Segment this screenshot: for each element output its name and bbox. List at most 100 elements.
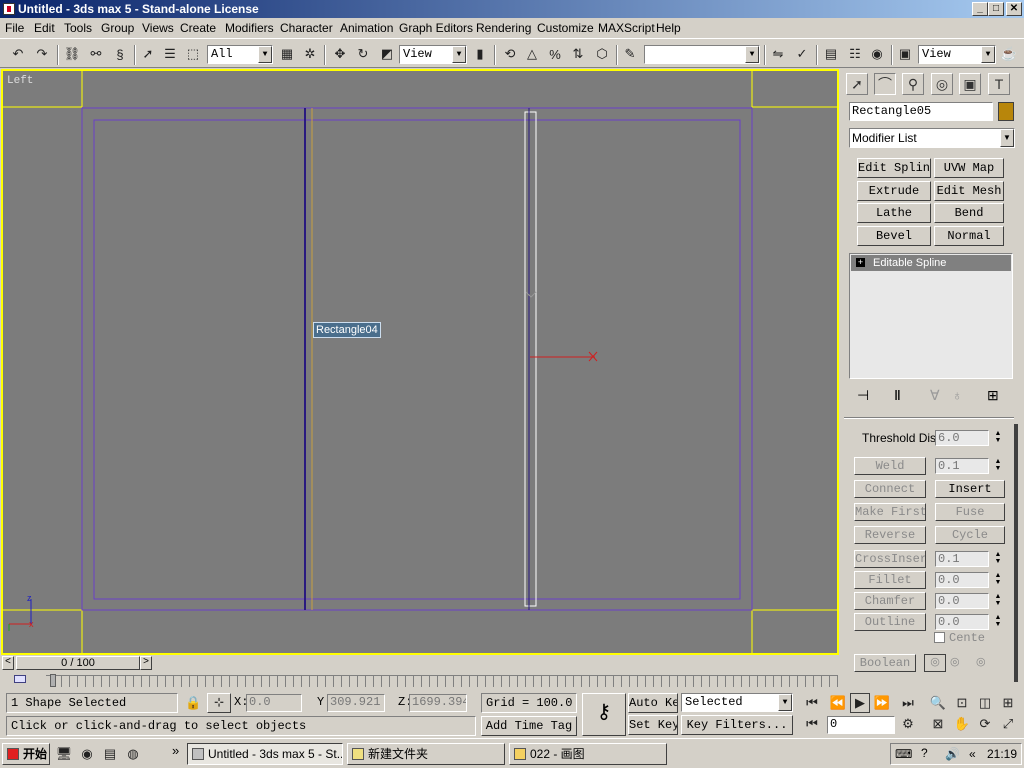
browser-icon[interactable]: ◉ <box>77 744 97 764</box>
z-coordinate-field[interactable]: 1699.394 <box>409 694 467 712</box>
keyboard-icon[interactable]: ⌨ <box>895 747 912 761</box>
select-object-icon[interactable]: ➚ <box>138 44 158 64</box>
pan-icon[interactable]: ✋ <box>952 714 972 734</box>
window-crossing-icon[interactable]: ▦ <box>277 44 297 64</box>
expand-icon[interactable]: + <box>856 258 865 267</box>
current-frame-field[interactable]: 0 <box>827 716 895 734</box>
goto-start-icon[interactable]: ⏮ <box>802 693 822 713</box>
region-zoom-icon[interactable]: ⊠ <box>928 714 948 734</box>
outline-field[interactable]: 0.0 <box>935 614 989 630</box>
edit-named-selection-icon[interactable]: ✎ <box>620 44 640 64</box>
snaps-toggle-icon[interactable]: ⟲ <box>500 44 520 64</box>
menu-rendering[interactable]: Rendering <box>476 21 531 35</box>
clock[interactable]: 21:19 <box>987 747 1017 761</box>
normal-button[interactable]: Normal <box>934 226 1004 246</box>
make-unique-icon[interactable]: ∀ <box>930 387 940 404</box>
tray-expand-icon[interactable]: « <box>969 747 976 761</box>
prev-key-icon[interactable]: ⏪ <box>828 693 848 713</box>
menu-create[interactable]: Create <box>180 21 216 35</box>
bind-spacewarp-icon[interactable]: § <box>110 44 130 64</box>
menu-views[interactable]: Views <box>142 21 174 35</box>
edit-mesh-button[interactable]: Edit Mesh <box>934 181 1004 201</box>
goto-end-icon[interactable]: ⏭ <box>898 693 918 713</box>
reference-coordinate-dropdown[interactable]: View ▼ <box>399 45 467 64</box>
weld-spinner[interactable]: ▲ ▼ <box>992 458 1004 474</box>
task-paint[interactable]: 022 - 画图 <box>509 743 667 765</box>
intersection-icon[interactable]: ◎ <box>976 655 986 668</box>
set-key-button[interactable]: Set Key <box>628 715 678 735</box>
menu-modifiers[interactable]: Modifiers <box>225 21 274 35</box>
angle-snap-icon[interactable]: △ <box>522 44 542 64</box>
crossinsert-button[interactable]: CrossInsert <box>854 550 926 568</box>
weld-field[interactable]: 0.1 <box>935 458 989 474</box>
menu-edit[interactable]: Edit <box>34 21 55 35</box>
chamfer-button[interactable]: Chamfer <box>854 592 926 610</box>
menu-animation[interactable]: Animation <box>340 21 393 35</box>
hierarchy-tab-icon[interactable]: ⚲ <box>902 73 924 95</box>
menu-character[interactable]: Character <box>280 21 333 35</box>
chamfer-field[interactable]: 0.0 <box>935 593 989 609</box>
menu-tools[interactable]: Tools <box>64 21 92 35</box>
help-icon[interactable]: ? <box>921 746 928 760</box>
create-tab-icon[interactable]: ➚ <box>846 73 868 95</box>
outline-spinner[interactable]: ▲ ▼ <box>992 614 1004 630</box>
object-color-swatch[interactable] <box>998 102 1014 121</box>
menu-help[interactable]: Help <box>656 21 681 35</box>
extrude-button[interactable]: Extrude <box>857 181 931 201</box>
y-coordinate-field[interactable]: 309.921 <box>327 694 385 712</box>
insert-button[interactable]: Insert <box>935 480 1005 498</box>
render-scene-icon[interactable]: ▣ <box>895 44 915 64</box>
percent-snap-icon[interactable]: % <box>545 44 565 64</box>
weld-button[interactable]: Weld <box>854 457 926 475</box>
fillet-button[interactable]: Fillet <box>854 571 926 589</box>
key-filters-button[interactable]: Key Filters... <box>681 715 793 735</box>
rotate-icon[interactable]: ↻ <box>353 44 373 64</box>
subtraction-icon[interactable]: ◎ <box>950 655 960 668</box>
fillet-spinner[interactable]: ▲ ▼ <box>992 572 1004 588</box>
menu-group[interactable]: Group <box>101 21 134 35</box>
remove-modifier-icon[interactable]: ♁ <box>952 387 963 403</box>
x-coordinate-field[interactable]: 0.0 <box>246 694 302 712</box>
align-icon[interactable]: ✓ <box>792 44 812 64</box>
minimize-button[interactable]: _ <box>972 2 988 16</box>
union-icon[interactable]: ◎ <box>924 654 946 672</box>
absolute-mode-icon[interactable]: ⊹ <box>207 693 231 713</box>
threshold-field[interactable]: 6.0 <box>935 430 989 446</box>
center-checkbox[interactable] <box>934 632 945 643</box>
boolean-button[interactable]: Boolean <box>854 654 916 672</box>
selection-region-icon[interactable]: ⬚ <box>183 44 203 64</box>
pin-stack-icon[interactable]: ⊣ <box>857 387 869 404</box>
set-key-icon[interactable]: ⚷ <box>582 693 626 736</box>
next-frame-button[interactable]: > <box>140 656 152 670</box>
maximize-viewport-icon[interactable]: ⤢ <box>998 714 1018 734</box>
lathe-button[interactable]: Lathe <box>857 203 931 223</box>
select-by-name-icon[interactable]: ☰ <box>160 44 180 64</box>
play-icon[interactable]: ▶ <box>850 693 870 713</box>
snap-icon[interactable]: ✲ <box>300 44 320 64</box>
menu-customize[interactable]: Customize <box>537 21 594 35</box>
desktop-icon[interactable]: 🖥 <box>54 744 74 764</box>
zoom-icon[interactable]: 🔍 <box>928 693 948 713</box>
task-3dsmax[interactable]: Untitled - 3ds max 5 - St... <box>187 743 343 765</box>
motion-tab-icon[interactable]: ◎ <box>931 73 953 95</box>
quicklaunch-chevron[interactable]: » <box>172 743 179 758</box>
lock-selection-icon[interactable]: 🔒 <box>185 695 201 711</box>
schematic-view-icon[interactable]: ☷ <box>845 44 865 64</box>
edit-spline-button[interactable]: Edit Spline <box>857 158 931 178</box>
maximize-button[interactable]: □ <box>988 2 1004 16</box>
chamfer-spinner[interactable]: ▲ ▼ <box>992 593 1004 609</box>
show-end-result-icon[interactable]: Ⅱ <box>894 387 901 404</box>
key-mode-toggle-icon[interactable]: ⏮ <box>802 714 822 734</box>
media-icon[interactable]: ◍ <box>123 744 143 764</box>
object-name-field[interactable]: Rectangle05 <box>849 102 993 121</box>
named-selection-dropdown[interactable]: ▼ <box>644 45 760 64</box>
task-new-folder[interactable]: 新建文件夹 <box>347 743 505 765</box>
pivot-center-icon[interactable]: ▮ <box>470 44 490 64</box>
prev-frame-button[interactable]: < <box>2 656 14 670</box>
named-selection-icon[interactable]: ⬡ <box>592 44 612 64</box>
track-view-icon[interactable]: ▤ <box>821 44 841 64</box>
viewport-left[interactable]: Left z x Rectangle04 <box>1 69 839 655</box>
time-slider-thumb[interactable]: 0 / 100 <box>16 656 140 670</box>
bevel-button[interactable]: Bevel <box>857 226 931 246</box>
zoom-extents-icon[interactable]: ◫ <box>975 693 995 713</box>
